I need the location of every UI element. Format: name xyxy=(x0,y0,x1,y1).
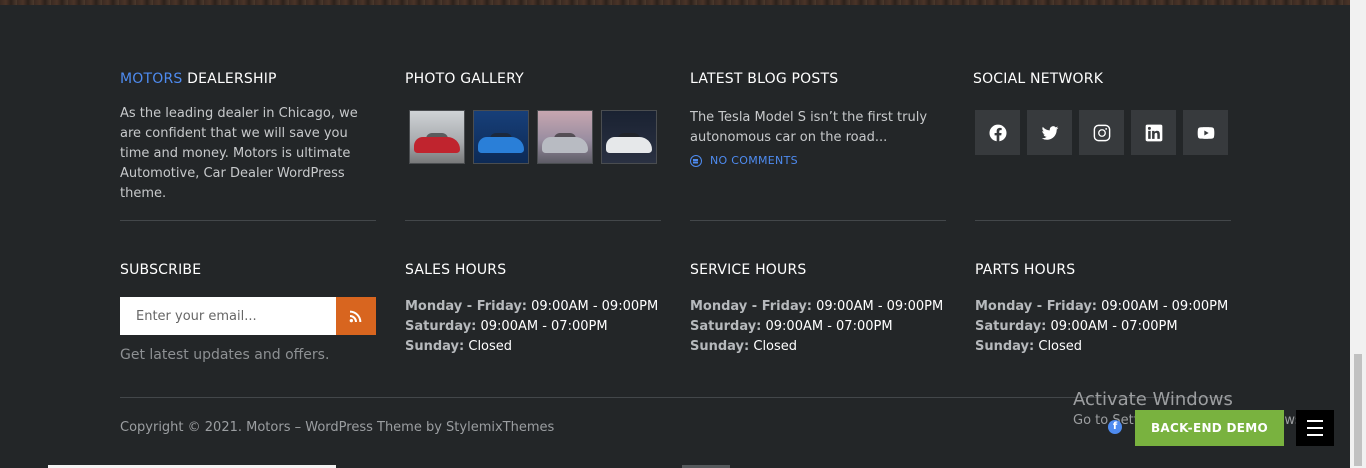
blog-heading: LATEST BLOG POSTS xyxy=(690,71,839,87)
about-heading: MOTORS DEALERSHIP xyxy=(120,71,277,87)
blog-post-link[interactable]: The Tesla Model S isn’t the first truly … xyxy=(690,108,946,148)
parts-saturday-row: Saturday: 09:00AM - 07:00PM xyxy=(975,319,1178,334)
copyright-text: Copyright © 2021. Motors – WordPress The… xyxy=(120,420,555,435)
parts-sunday-row: Sunday: Closed xyxy=(975,339,1083,354)
service-sunday-row: Sunday: Closed xyxy=(690,339,798,354)
subscribe-column: SUBSCRIBE Get latest updates and offers. xyxy=(120,261,376,363)
menu-bar-icon xyxy=(1307,420,1323,422)
sales-sunday-row: Sunday: Closed xyxy=(405,339,513,354)
subscribe-form xyxy=(120,297,376,335)
subscribe-heading: SUBSCRIBE xyxy=(120,262,202,278)
sales-weekday-row: Monday - Friday: 09:00AM - 09:00PM xyxy=(405,299,659,314)
gallery-thumb-white-car[interactable] xyxy=(601,110,657,164)
sales-hours-heading: SALES HOURS xyxy=(405,262,507,278)
gallery-heading: PHOTO GALLERY xyxy=(405,71,524,87)
parts-hours-heading: PARTS HOURS xyxy=(975,262,1076,278)
service-hours-column: SERVICE HOURS Monday - Friday: 09:00AM -… xyxy=(690,261,946,357)
blog-comments-link[interactable]: NO COMMENTS xyxy=(690,154,946,167)
footer-divider xyxy=(120,397,1230,398)
divider-2 xyxy=(405,220,661,221)
menu-bar-icon xyxy=(1307,434,1323,436)
subscribe-button[interactable] xyxy=(336,297,376,335)
gallery-column: PHOTO GALLERY xyxy=(405,70,661,164)
rss-icon xyxy=(349,310,362,323)
service-weekday-row: Monday - Friday: 09:00AM - 09:00PM xyxy=(690,299,944,314)
gallery-thumb-silver-suv[interactable] xyxy=(537,110,593,164)
sales-hours-column: SALES HOURS Monday - Friday: 09:00AM - 0… xyxy=(405,261,661,357)
page-scrollbar[interactable] xyxy=(1350,0,1366,468)
scrollbar-thumb[interactable] xyxy=(1354,354,1362,466)
service-hours-list: Monday - Friday: 09:00AM - 09:00PM Satur… xyxy=(690,297,946,357)
back-end-demo-button[interactable]: BACK-END DEMO xyxy=(1135,410,1284,446)
sales-hours-list: Monday - Friday: 09:00AM - 09:00PM Satur… xyxy=(405,297,661,357)
social-icons xyxy=(975,110,1229,155)
about-column: MOTORS DEALERSHIP As the leading dealer … xyxy=(120,70,376,204)
divider-1 xyxy=(120,220,376,221)
email-field[interactable] xyxy=(120,297,336,335)
parts-weekday-row: Monday - Friday: 09:00AM - 09:00PM xyxy=(975,299,1229,314)
social-column: SOCIAL NETWORK xyxy=(973,70,1229,155)
gallery-grid xyxy=(409,110,661,164)
facebook-mini-icon[interactable]: f xyxy=(1108,420,1122,434)
hero-image-bottom-edge xyxy=(0,0,1350,5)
instagram-icon[interactable] xyxy=(1079,110,1124,155)
sales-saturday-row: Saturday: 09:00AM - 07:00PM xyxy=(405,319,608,334)
social-heading: SOCIAL NETWORK xyxy=(973,71,1104,87)
service-hours-heading: SERVICE HOURS xyxy=(690,262,807,278)
facebook-icon[interactable] xyxy=(975,110,1020,155)
comments-label: NO COMMENTS xyxy=(710,154,798,167)
youtube-icon[interactable] xyxy=(1183,110,1228,155)
gallery-thumb-blue-car[interactable] xyxy=(473,110,529,164)
blog-column: LATEST BLOG POSTS The Tesla Model S isn’… xyxy=(690,70,946,167)
divider-3 xyxy=(690,220,946,221)
parts-hours-column: PARTS HOURS Monday - Friday: 09:00AM - 0… xyxy=(975,261,1231,357)
service-saturday-row: Saturday: 09:00AM - 07:00PM xyxy=(690,319,893,334)
hamburger-menu-button[interactable] xyxy=(1296,410,1334,446)
gallery-thumb-red-car[interactable] xyxy=(409,110,465,164)
subscribe-note: Get latest updates and offers. xyxy=(120,347,330,363)
parts-hours-list: Monday - Friday: 09:00AM - 09:00PM Satur… xyxy=(975,297,1231,357)
about-text: As the leading dealer in Chicago, we are… xyxy=(120,106,358,201)
twitter-icon[interactable] xyxy=(1027,110,1072,155)
menu-bar-icon xyxy=(1307,427,1323,429)
divider-4 xyxy=(975,220,1231,221)
linkedin-icon[interactable] xyxy=(1131,110,1176,155)
comment-icon xyxy=(690,154,702,167)
